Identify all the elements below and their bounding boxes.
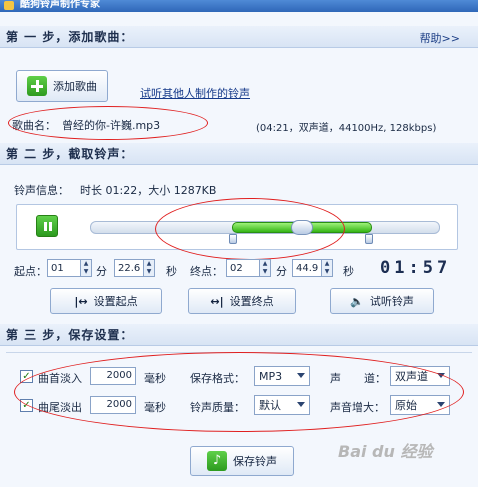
step2-header: 第 二 步，截取铃声： bbox=[0, 143, 478, 165]
end-second-stepper[interactable]: ▲ ▼ bbox=[322, 259, 333, 277]
window-title: 酷狗铃声制作专家 bbox=[20, 0, 100, 10]
step3-divider bbox=[6, 352, 472, 353]
end-point-label: 终点： bbox=[190, 265, 223, 278]
save-ringtone-label: 保存铃声 bbox=[233, 455, 277, 468]
end-minute-stepper[interactable]: ▲ ▼ bbox=[260, 259, 271, 277]
start-minute-stepper[interactable]: ▲ ▼ bbox=[81, 259, 92, 277]
set-end-label: 设置终点 bbox=[229, 295, 274, 308]
volume-label: 声音增大： bbox=[330, 401, 385, 414]
set-start-button[interactable]: |↔ 设置起点 bbox=[50, 288, 162, 314]
try-others-link[interactable]: 试听其他人制作的铃声 bbox=[140, 85, 250, 101]
start-minute-input[interactable]: 01 bbox=[47, 259, 81, 277]
end-second-input[interactable]: 44.9 bbox=[292, 259, 322, 277]
step1-header: 第 一 步，添加歌曲： bbox=[0, 26, 478, 48]
set-start-label: 设置起点 bbox=[93, 295, 138, 308]
fade-out-input[interactable]: 2000 bbox=[90, 396, 136, 414]
speaker-icon: 🔈 bbox=[350, 294, 364, 308]
end-marker-handle[interactable] bbox=[365, 234, 373, 244]
format-value: MP3 bbox=[259, 369, 283, 383]
fade-in-checkbox[interactable]: ✓ bbox=[20, 370, 33, 383]
quality-select[interactable]: 默认 bbox=[254, 395, 310, 415]
window-titlebar: 酷狗铃声制作专家 bbox=[0, 0, 478, 12]
chevron-down-icon bbox=[297, 402, 305, 407]
volume-select[interactable]: 原始 bbox=[390, 395, 450, 415]
volume-value: 原始 bbox=[395, 399, 417, 412]
selection-track[interactable] bbox=[90, 220, 440, 235]
preview-button[interactable]: 🔈 试听铃声 bbox=[330, 288, 434, 314]
ringtone-info-value: 时长 01:22，大小 1287KB bbox=[80, 184, 217, 197]
time-display: 01:57 bbox=[380, 258, 452, 278]
music-note-icon: ♪ bbox=[207, 451, 227, 471]
end-minute-unit: 分 bbox=[276, 265, 287, 278]
chevron-down-icon bbox=[437, 402, 445, 407]
plus-icon bbox=[27, 76, 47, 96]
baidu-watermark: Bai du 经验 bbox=[338, 442, 433, 461]
channel-label-part1: 声 bbox=[330, 372, 341, 385]
format-select[interactable]: MP3 bbox=[254, 366, 310, 386]
preview-label: 试听铃声 bbox=[369, 295, 414, 308]
help-link[interactable]: 帮助>> bbox=[420, 30, 460, 46]
ringtone-info-label: 铃声信息： bbox=[14, 184, 69, 197]
fade-out-label: 曲尾淡出 bbox=[38, 401, 82, 414]
app-logo-icon bbox=[4, 1, 14, 10]
fade-in-unit: 毫秒 bbox=[144, 372, 166, 385]
start-second-unit: 秒 bbox=[166, 265, 177, 278]
fade-out-unit: 毫秒 bbox=[144, 401, 166, 414]
song-name-value: 曾经的你-许巍.mp3 bbox=[62, 119, 161, 132]
channel-label-part2: 道： bbox=[364, 372, 386, 385]
add-song-button[interactable]: 添加歌曲 bbox=[16, 70, 108, 102]
start-second-input[interactable]: 22.6 bbox=[114, 259, 144, 277]
end-minute-input[interactable]: 02 bbox=[226, 259, 260, 277]
start-point-label: 起点： bbox=[14, 265, 47, 278]
channel-value: 双声道 bbox=[395, 370, 428, 383]
quality-value: 默认 bbox=[259, 399, 281, 412]
fade-in-label: 曲首淡入 bbox=[38, 372, 82, 385]
channel-select[interactable]: 双声道 bbox=[390, 366, 450, 386]
chevron-down-icon bbox=[437, 373, 445, 378]
start-minute-unit: 分 bbox=[96, 265, 107, 278]
end-second-unit: 秒 bbox=[343, 265, 354, 278]
fade-out-checkbox[interactable]: ✓ bbox=[20, 399, 33, 412]
save-ringtone-button[interactable]: ♪ 保存铃声 bbox=[190, 446, 294, 476]
add-song-label: 添加歌曲 bbox=[53, 80, 97, 93]
fade-in-input[interactable]: 2000 bbox=[90, 367, 136, 385]
song-info: (04:21，双声道，44100Hz, 128kbps) bbox=[256, 123, 437, 134]
song-name-label: 歌曲名： bbox=[12, 119, 56, 132]
start-marker-handle[interactable] bbox=[229, 234, 237, 244]
chevron-down-icon bbox=[297, 373, 305, 378]
start-second-stepper[interactable]: ▲ ▼ bbox=[144, 259, 155, 277]
playhead-thumb[interactable] bbox=[291, 220, 313, 235]
set-end-icon: ↔| bbox=[210, 294, 224, 308]
quality-label: 铃声质量： bbox=[190, 401, 245, 414]
set-end-button[interactable]: ↔| 设置终点 bbox=[188, 288, 296, 314]
pause-icon[interactable] bbox=[36, 215, 58, 237]
format-label: 保存格式： bbox=[190, 372, 245, 385]
set-start-icon: |↔ bbox=[74, 294, 88, 308]
step3-header: 第 三 步，保存设置： bbox=[0, 324, 478, 346]
